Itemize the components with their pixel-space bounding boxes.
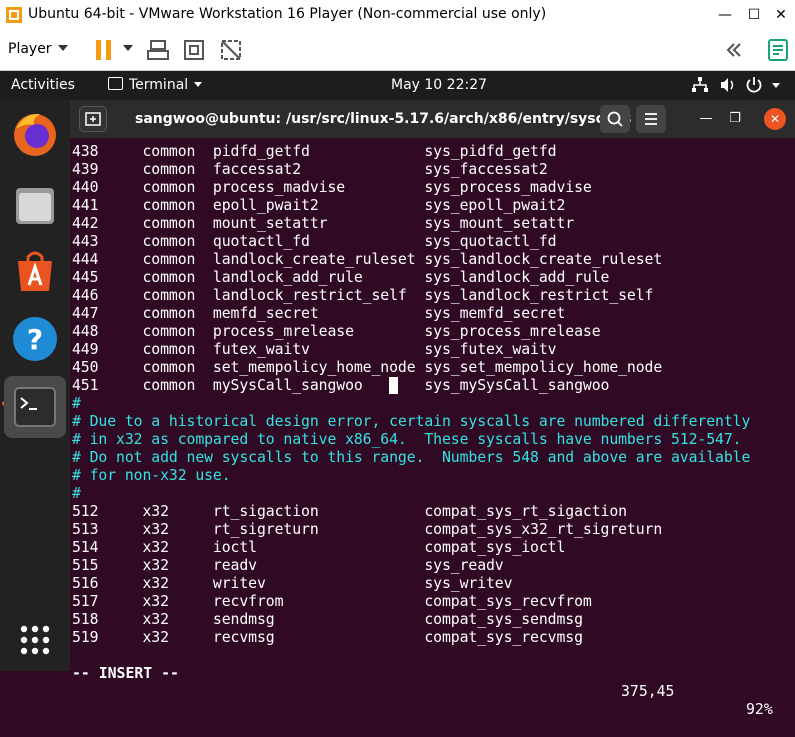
activities-button[interactable]: Activities xyxy=(11,77,75,93)
syscall-table-line: 438 common pidfd_getfd sys_pidfd_getfd xyxy=(72,143,557,160)
help-icon: ? xyxy=(13,317,57,361)
comment-line: # xyxy=(72,395,81,412)
terminal-title: sangwoo@ubuntu: /usr/src/linux-5.17.6/ar… xyxy=(135,111,632,127)
syscall-table-line: 441 common epoll_pwait2 sys_epoll_pwait2 xyxy=(72,197,566,214)
dock-item-files[interactable] xyxy=(6,177,64,235)
vim-mode-indicator: -- INSERT -- xyxy=(72,665,179,682)
syscall-table-line: 444 common landlock_create_ruleset sys_l… xyxy=(72,251,663,268)
chevron-down-icon xyxy=(194,82,203,87)
dock-item-software[interactable] xyxy=(6,243,64,301)
terminal-minimize-icon[interactable]: — xyxy=(695,108,717,130)
files-icon xyxy=(16,188,54,224)
network-icon[interactable] xyxy=(691,76,709,94)
close-icon[interactable]: ✕ xyxy=(770,4,792,26)
show-applications-icon[interactable] xyxy=(19,624,51,656)
vmware-logo-icon xyxy=(6,7,22,23)
syscall-table-line: 451 common mySysCall_sangwoo sys_mySysCa… xyxy=(72,377,610,394)
notes-icon[interactable] xyxy=(766,38,790,62)
new-tab-icon xyxy=(85,112,101,126)
terminal-app-icon xyxy=(108,77,123,90)
pause-menu-chevron-icon[interactable] xyxy=(123,45,133,51)
fit-guest-icon[interactable] xyxy=(182,38,206,62)
syscall-table-line: 440 common process_madvise sys_process_m… xyxy=(72,179,592,196)
minimize-icon[interactable]: — xyxy=(714,4,736,26)
text-cursor xyxy=(389,377,398,394)
volume-icon[interactable] xyxy=(719,76,737,94)
unity-icon[interactable] xyxy=(219,38,243,62)
syscall-table-line: 439 common faccessat2 sys_faccessat2 xyxy=(72,161,548,178)
comment-line: # in x32 as compared to native x86_64. T… xyxy=(72,431,742,448)
syscall-table-line: 516 x32 writev sys_writev xyxy=(72,575,513,592)
terminal-text[interactable]: 438 common pidfd_getfd sys_pidfd_getfd 43… xyxy=(72,143,750,647)
player-menu-chevron-icon[interactable] xyxy=(58,45,68,51)
syscall-table-line: 517 x32 recvfrom compat_sys_recvfrom xyxy=(72,593,592,610)
search-button[interactable] xyxy=(600,105,630,133)
collapse-toolbar-icon[interactable] xyxy=(722,38,746,62)
gnome-top-bar: Activities Terminal May 10 22:27 xyxy=(0,71,795,100)
comment-line: # for non-x32 use. xyxy=(72,467,231,484)
comment-line: # Do not add new syscalls to this range.… xyxy=(72,449,751,466)
player-menu-button[interactable]: Player xyxy=(8,41,52,57)
search-icon xyxy=(607,111,623,127)
syscall-table-line: 518 x32 sendmsg compat_sys_sendmsg xyxy=(72,611,583,628)
syscall-table-line: 445 common landlock_add_rule sys_landloc… xyxy=(72,269,610,286)
app-menu-button[interactable]: Terminal xyxy=(108,77,203,93)
hamburger-menu-button[interactable] xyxy=(636,105,666,133)
syscall-table-line: 512 x32 rt_sigaction compat_sys_rt_sigac… xyxy=(72,503,627,520)
firefox-icon xyxy=(14,113,56,156)
terminal-restore-icon[interactable]: ❐ xyxy=(724,108,746,130)
send-ctrl-alt-del-icon[interactable] xyxy=(146,38,170,62)
vmware-title-bar: Ubuntu 64-bit - VMware Workstation 16 Pl… xyxy=(0,0,795,30)
syscall-table-line: 515 x32 readv sys_readv xyxy=(72,557,504,574)
svg-text:?: ? xyxy=(27,323,43,356)
syscall-table-line: 448 common process_mrelease sys_process_… xyxy=(72,323,601,340)
terminal-icon xyxy=(14,387,56,427)
comment-line: # Due to a historical design error, cert… xyxy=(72,413,751,430)
dock-item-help[interactable]: ? xyxy=(6,309,64,367)
syscall-table-line: 443 common quotactl_fd sys_quotactl_fd xyxy=(72,233,557,250)
maximize-icon[interactable]: ☐ xyxy=(743,4,765,26)
syscall-table-line: 446 common landlock_restrict_self sys_la… xyxy=(72,287,654,304)
syscall-table-line: 514 x32 ioctl compat_sys_ioctl xyxy=(72,539,566,556)
terminal-header-bar: sangwoo@ubuntu: /usr/src/linux-5.17.6/ar… xyxy=(70,100,795,138)
clock[interactable]: May 10 22:27 xyxy=(391,77,487,93)
vmware-toolbar: Player xyxy=(0,30,795,71)
terminal-close-icon[interactable]: ✕ xyxy=(764,108,786,130)
power-icon[interactable] xyxy=(745,76,763,94)
syscall-table-line: 513 x32 rt_sigreturn compat_sys_x32_rt_s… xyxy=(72,521,663,538)
syscall-table-line: 519 x32 recvmsg compat_sys_recvmsg xyxy=(72,629,583,646)
system-menu-chevron-icon[interactable] xyxy=(772,83,780,88)
app-menu-label: Terminal xyxy=(129,77,189,93)
dock: ? xyxy=(0,100,70,671)
syscall-table-line: 442 common mount_setattr sys_mount_setat… xyxy=(72,215,575,232)
software-icon xyxy=(18,251,52,291)
comment-line: # xyxy=(72,485,81,502)
syscall-table-line: 449 common futex_waitv sys_futex_waitv xyxy=(72,341,557,358)
new-tab-button[interactable] xyxy=(79,106,107,132)
pause-icon[interactable] xyxy=(92,38,116,62)
vim-status-line: -- INSERT -- 375,45 92% xyxy=(72,647,777,718)
window-title: Ubuntu 64-bit - VMware Workstation 16 Pl… xyxy=(28,6,547,22)
scroll-percent: 92% xyxy=(746,701,773,718)
hamburger-menu-icon xyxy=(645,113,657,125)
cursor-position: 375,45 xyxy=(621,683,675,700)
syscall-table-line: 450 common set_mempolicy_home_node sys_s… xyxy=(72,359,663,376)
terminal-body[interactable]: 438 common pidfd_getfd sys_pidfd_getfd 43… xyxy=(70,138,795,718)
dock-item-firefox[interactable] xyxy=(6,105,64,163)
syscall-table-line: 447 common memfd_secret sys_memfd_secret xyxy=(72,305,566,322)
dock-item-terminal[interactable] xyxy=(4,376,66,438)
